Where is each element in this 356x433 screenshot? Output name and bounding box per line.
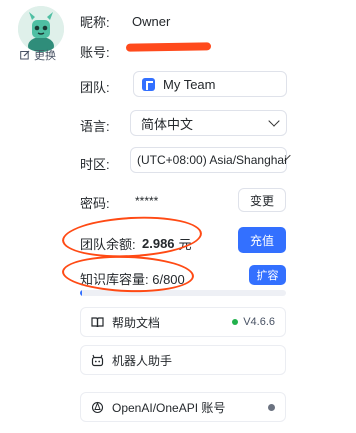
edit-avatar-label: 更换: [34, 50, 56, 62]
openai-icon: [91, 401, 104, 413]
knowledge-row: 知识库容量: 6/800: [80, 269, 185, 288]
team-selector[interactable]: My Team: [133, 71, 287, 97]
version-indicator: V4.6.6: [232, 316, 275, 328]
edit-avatar-button[interactable]: 更换: [20, 47, 56, 63]
timezone-label: 时区:: [80, 157, 110, 172]
balance-value: 2.986: [142, 236, 175, 251]
openai-account-label: OpenAI/OneAPI 账号: [112, 400, 226, 415]
balance-unit: 元: [178, 237, 192, 252]
team-name: My Team: [163, 76, 216, 92]
nickname-row: 昵称: Owner: [80, 12, 170, 31]
language-select[interactable]: 简体中文: [130, 110, 287, 136]
password-label: 密码:: [80, 196, 110, 211]
password-mask: *****: [135, 194, 159, 208]
language-label: 语言:: [80, 119, 110, 134]
balance-row: 团队余额: 2.986 元: [80, 234, 192, 253]
change-password-button[interactable]: 变更: [238, 188, 286, 212]
account-label: 账号:: [80, 45, 110, 60]
timezone-select[interactable]: (UTC+08:00) Asia/Shanghai: [130, 147, 291, 173]
knowledge-progress-fill: [80, 290, 82, 296]
status-dot: [232, 319, 239, 325]
avatar[interactable]: [18, 6, 64, 52]
robot-assistant-link[interactable]: 机器人助手: [80, 345, 286, 375]
robot-avatar-icon: [18, 6, 64, 52]
language-row: 语言:: [80, 116, 132, 135]
password-row: 密码:: [80, 193, 132, 212]
redaction-mark: [125, 42, 212, 52]
timezone-value: (UTC+08:00) Asia/Shanghai: [137, 153, 287, 167]
openai-account-link[interactable]: OpenAI/OneAPI 账号: [80, 392, 286, 422]
robot-assistant-label: 机器人助手: [112, 353, 173, 368]
nickname-label: 昵称:: [80, 15, 110, 30]
status-dot: [268, 403, 275, 411]
help-docs-link[interactable]: 帮助文档 V4.6.6: [80, 307, 286, 337]
account-row: 账号:: [80, 42, 132, 61]
timezone-row: 时区:: [80, 154, 132, 173]
knowledge-progress-bar: [80, 290, 286, 296]
expand-button[interactable]: 扩容: [249, 265, 286, 285]
team-logo-icon: [142, 77, 155, 91]
nickname-value: Owner: [132, 14, 171, 29]
version-text: V4.6.6: [243, 316, 275, 328]
balance-label: 团队余额:: [80, 237, 136, 252]
help-docs-label: 帮助文档: [112, 315, 161, 330]
language-value: 简体中文: [141, 116, 194, 132]
chevron-down-icon: [268, 115, 280, 127]
team-label: 团队:: [80, 80, 110, 95]
recharge-button[interactable]: 充值: [238, 227, 286, 253]
book-icon: [91, 316, 104, 327]
team-row: 团队:: [80, 77, 132, 96]
knowledge-label: 知识库容量: 6/800: [80, 272, 185, 287]
robot-icon: [91, 354, 104, 366]
edit-icon: [20, 50, 30, 60]
